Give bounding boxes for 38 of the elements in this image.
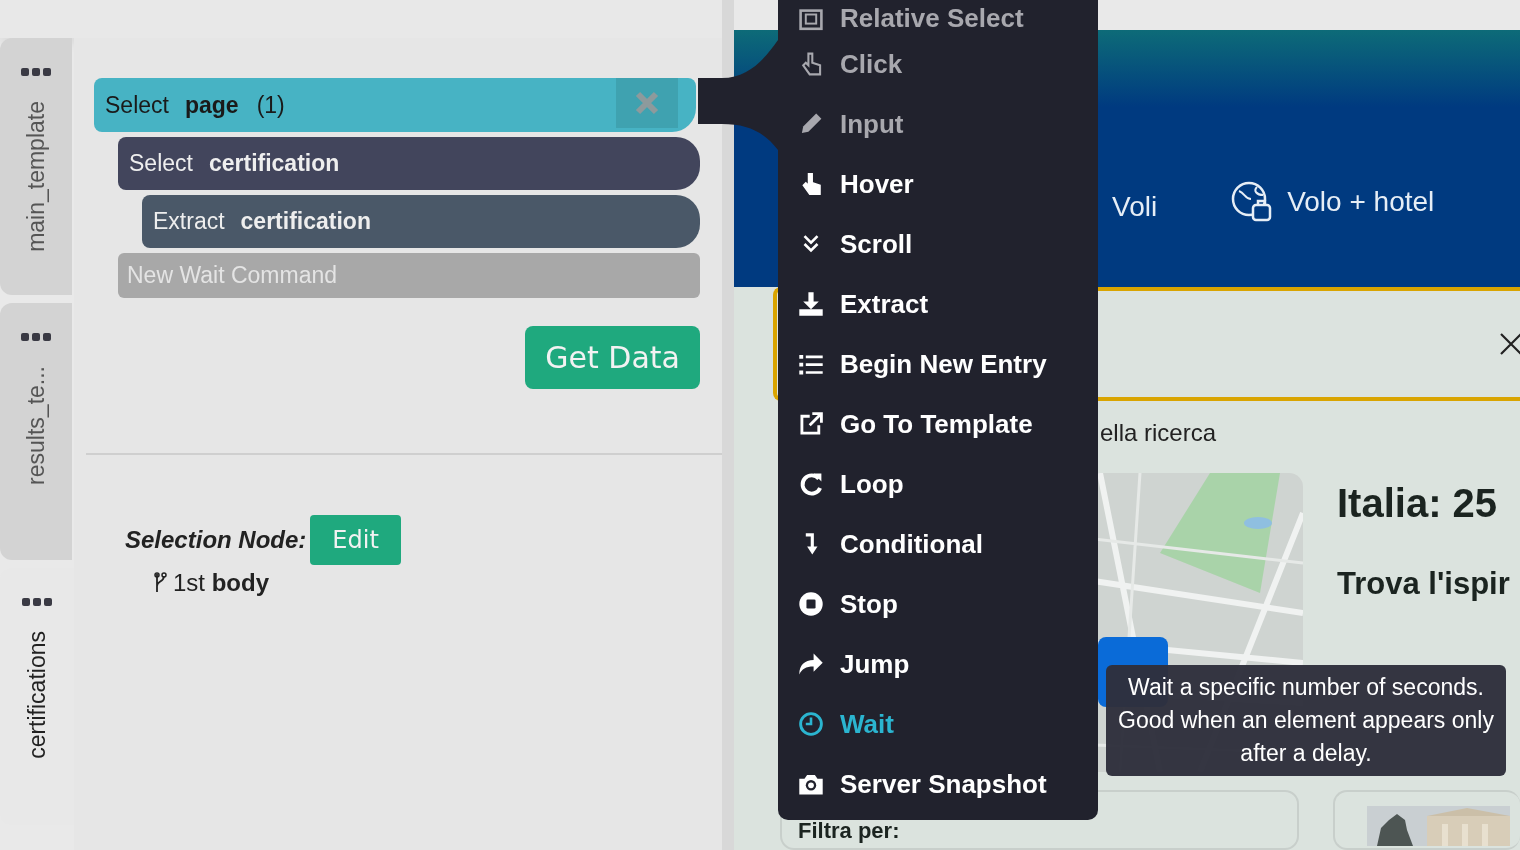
template-tab[interactable]: results_te... xyxy=(0,303,72,560)
template-tab[interactable]: main_template xyxy=(0,38,72,295)
command-row[interactable]: Select page (1) xyxy=(94,78,696,132)
menu-item[interactable]: Jump xyxy=(778,634,1098,694)
globe-suitcase-icon xyxy=(1231,181,1274,224)
external-link-icon xyxy=(798,411,824,437)
nav-link[interactable]: Voli xyxy=(1112,191,1158,224)
search-text: ella ricerca xyxy=(1100,418,1217,446)
selection-node-label: Selection Node: xyxy=(125,526,307,554)
command-row[interactable]: Extract certification xyxy=(142,195,700,248)
menu-item[interactable]: Conditional xyxy=(778,514,1098,574)
menu-item[interactable]: Loop xyxy=(778,454,1098,514)
share-arrow-icon xyxy=(798,651,824,677)
more-icon[interactable] xyxy=(21,68,51,77)
clock-icon xyxy=(798,711,824,737)
nav-link[interactable]: Volo + hotel xyxy=(1287,186,1435,219)
menu-item[interactable]: Begin New Entry xyxy=(778,334,1098,394)
command-row[interactable]: Select certification xyxy=(118,137,700,190)
menu-item[interactable]: Wait xyxy=(778,694,1098,754)
download-icon xyxy=(798,291,824,317)
stop-icon xyxy=(798,591,824,617)
menu-item[interactable]: Stop xyxy=(778,574,1098,634)
tooltip: Wait a specific number of seconds. Good when an element appears only after a delay. xyxy=(1106,665,1506,776)
redo-icon xyxy=(798,471,824,497)
subheading: Trova l'ispir xyxy=(1337,566,1510,602)
more-icon[interactable] xyxy=(22,598,52,607)
menu-item[interactable]: Go To Template xyxy=(778,394,1098,454)
headline: Italia: 25 xyxy=(1337,481,1499,526)
menu-item[interactable]: Scroll xyxy=(778,214,1098,274)
close-icon[interactable] xyxy=(1500,332,1520,355)
branch-icon xyxy=(153,572,167,594)
splitter[interactable] xyxy=(722,0,734,850)
menu-item[interactable]: Hover xyxy=(778,154,1098,214)
menu-item[interactable]: Extract xyxy=(778,274,1098,334)
filter-title: Filtra per: xyxy=(798,818,900,843)
menu-item[interactable]: Server Snapshot xyxy=(778,754,1098,814)
more-icon[interactable] xyxy=(21,333,51,342)
node-name: 1st body xyxy=(173,569,269,597)
